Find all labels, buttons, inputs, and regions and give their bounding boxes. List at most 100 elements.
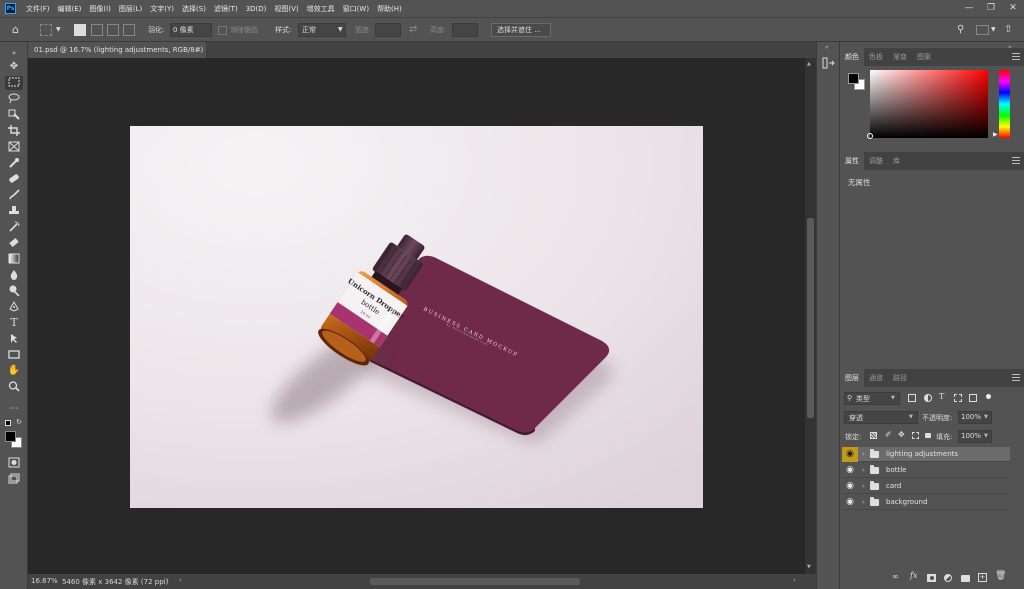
lasso-tool-icon[interactable]	[5, 92, 23, 106]
tab-adjustments[interactable]: 调整	[864, 152, 888, 170]
filter-toggle-icon[interactable]	[986, 394, 991, 399]
frame-tool-icon[interactable]	[5, 140, 23, 154]
minimize-icon[interactable]: —	[958, 0, 980, 17]
crop-tool-icon[interactable]	[5, 124, 23, 138]
layer-row[interactable]: ◉ › background	[842, 495, 1010, 510]
width-input[interactable]	[375, 23, 401, 37]
move-tool-icon[interactable]: ✥	[5, 60, 23, 74]
chevron-right-icon[interactable]: ›	[793, 576, 796, 584]
filter-type-icon[interactable]: T	[939, 392, 944, 401]
chevron-down-icon[interactable]: ▼	[56, 23, 61, 37]
filter-pixel-icon[interactable]	[908, 394, 916, 402]
collapse-icon[interactable]: «	[825, 44, 829, 51]
menu-layer[interactable]: 图层(L)	[115, 4, 146, 14]
menu-window[interactable]: 窗口(W)	[339, 4, 373, 14]
close-icon[interactable]: ×	[195, 42, 202, 58]
visibility-eye-icon[interactable]: ◉	[842, 495, 858, 510]
screen-mode-icon[interactable]	[5, 472, 23, 486]
layer-filter-select[interactable]: ⚲ 类型 ▼	[844, 392, 900, 405]
brush-tool-icon[interactable]	[5, 188, 23, 202]
tab-channels[interactable]: 通道	[864, 369, 888, 387]
layer-row[interactable]: ◉ › card	[842, 479, 1010, 494]
lock-transparent-icon[interactable]	[870, 432, 877, 439]
trash-icon[interactable]: 🗑	[995, 571, 1006, 581]
color-picker-handle[interactable]	[867, 133, 873, 139]
menu-view[interactable]: 视图(V)	[270, 4, 302, 14]
add-selection-icon[interactable]	[91, 24, 103, 36]
type-tool-icon[interactable]: T	[5, 316, 23, 330]
menu-file[interactable]: 文件(F)	[22, 4, 54, 14]
chevron-right-icon[interactable]: ›	[862, 479, 865, 494]
tab-libraries[interactable]: 库	[888, 152, 905, 170]
eraser-tool-icon[interactable]	[5, 236, 23, 250]
vertical-scrollbar[interactable]: ▲ ▼	[805, 58, 816, 574]
visibility-eye-icon[interactable]: ◉	[842, 479, 858, 494]
panel-menu-icon[interactable]	[1012, 53, 1020, 60]
dodge-tool-icon[interactable]	[5, 284, 23, 298]
close-icon[interactable]: ✕	[1002, 0, 1024, 17]
more-tools-icon[interactable]: ⋯	[5, 402, 23, 416]
layer-row[interactable]: ◉ › lighting adjustments	[842, 447, 1010, 462]
hue-slider[interactable]	[999, 70, 1010, 138]
lock-image-icon[interactable]: ✐	[885, 430, 892, 439]
history-panel-icon[interactable]	[822, 57, 835, 71]
tab-color[interactable]: 颜色	[840, 48, 864, 66]
chevron-down-icon[interactable]: ▼	[991, 23, 996, 37]
hand-tool-icon[interactable]: ✋	[5, 364, 23, 378]
panel-menu-icon[interactable]	[1012, 374, 1020, 381]
blur-tool-icon[interactable]	[5, 268, 23, 282]
canvas-workspace[interactable]: BUSINESS CARD MOCKUP by mockupplanet.com…	[28, 58, 805, 574]
chevron-right-icon[interactable]: ›	[862, 447, 865, 462]
clone-stamp-tool-icon[interactable]	[5, 204, 23, 218]
menu-type[interactable]: 文字(Y)	[146, 4, 178, 14]
link-icon[interactable]: ∞	[892, 572, 899, 581]
menu-plugins[interactable]: 增效工具	[303, 4, 339, 14]
foreground-color-swatch[interactable]	[5, 431, 16, 442]
filter-smart-object-icon[interactable]	[969, 394, 977, 402]
fx-icon[interactable]: fx	[910, 571, 917, 580]
intersect-selection-icon[interactable]	[123, 24, 135, 36]
color-fg-swatch[interactable]	[848, 73, 859, 84]
height-input[interactable]	[452, 23, 478, 37]
zoom-tool-icon[interactable]	[5, 380, 23, 394]
filter-shape-icon[interactable]	[954, 394, 962, 402]
menu-3d[interactable]: 3D(D)	[242, 5, 271, 13]
menu-help[interactable]: 帮助(H)	[373, 4, 406, 14]
chevron-left-icon[interactable]: ‹	[179, 576, 182, 584]
fill-input[interactable]: 100% ▼	[958, 430, 992, 443]
color-field[interactable]	[867, 70, 988, 139]
menu-filter[interactable]: 滤镜(T)	[210, 4, 242, 14]
new-selection-icon[interactable]	[74, 24, 86, 36]
pen-tool-icon[interactable]	[5, 300, 23, 314]
tab-swatches[interactable]: 色板	[864, 48, 888, 66]
opacity-input[interactable]: 100% ▼	[958, 411, 992, 424]
collapse-icon[interactable]: »	[5, 46, 23, 60]
chevron-right-icon[interactable]: ›	[862, 495, 865, 510]
mask-icon[interactable]	[927, 574, 936, 582]
object-select-tool-icon[interactable]	[5, 108, 23, 122]
healing-brush-tool-icon[interactable]	[5, 172, 23, 186]
subtract-selection-icon[interactable]	[107, 24, 119, 36]
tab-layers[interactable]: 图层	[840, 369, 864, 387]
filter-adjustment-icon[interactable]	[924, 394, 932, 402]
history-brush-tool-icon[interactable]	[5, 220, 23, 234]
antialias-checkbox[interactable]	[218, 26, 227, 35]
layer-row[interactable]: ◉ › bottle	[842, 463, 1010, 478]
lock-artboard-icon[interactable]	[912, 432, 919, 439]
document-info[interactable]: 5460 像素 x 3642 像素 (72 ppi)	[62, 577, 168, 587]
scroll-down-icon[interactable]: ▼	[807, 564, 811, 570]
menu-edit[interactable]: 编辑(E)	[54, 4, 86, 14]
marquee-tool-icon[interactable]	[5, 76, 23, 90]
quick-mask-icon[interactable]	[5, 456, 23, 470]
marquee-preset-icon[interactable]	[40, 24, 52, 36]
share-icon[interactable]: ⇧	[1004, 23, 1012, 37]
adjustment-icon[interactable]	[944, 574, 952, 582]
default-colors-icon[interactable]	[5, 420, 11, 426]
document-canvas[interactable]: BUSINESS CARD MOCKUP by mockupplanet.com…	[28, 58, 805, 574]
swap-colors-icon[interactable]: ↻	[16, 418, 22, 426]
lock-position-icon[interactable]: ✥	[898, 430, 905, 439]
chevron-right-icon[interactable]: ›	[166, 576, 169, 584]
gradient-tool-icon[interactable]	[5, 252, 23, 266]
visibility-eye-icon[interactable]: ◉	[842, 463, 858, 478]
swap-icon[interactable]: ⇄	[409, 23, 417, 37]
